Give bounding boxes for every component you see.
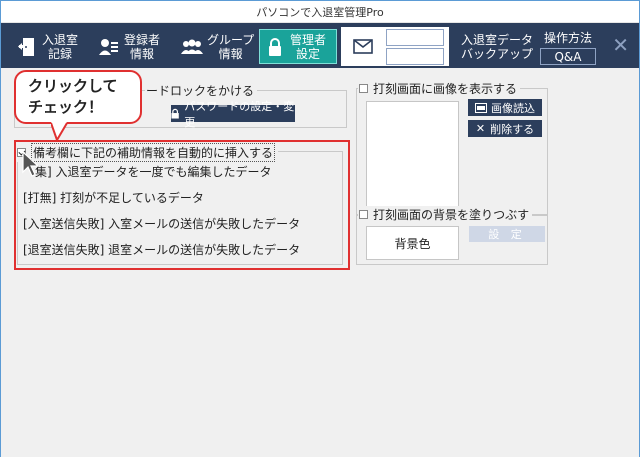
backup-label: 入退室データ バックアップ — [460, 32, 533, 61]
stamp-image-label: 打刻画面に画像を表示する — [373, 82, 518, 96]
image-preview — [366, 101, 459, 208]
close-icon[interactable]: ✕ — [612, 35, 629, 55]
admin-settings-label: 管理者 設定 — [290, 32, 327, 61]
load-image-label: 画像読込 — [491, 101, 535, 115]
group-info-label: グループ 情報 — [207, 32, 255, 61]
background-color-label: 背景色 — [394, 236, 431, 251]
password-lock-text: ードロックをかける — [146, 84, 255, 98]
mouse-pointer-icon — [22, 151, 40, 177]
registrant-info-button[interactable]: 登録者 情報 — [93, 29, 173, 64]
stamp-image-checkbox[interactable]: 打刻画面に画像を表示する — [358, 80, 521, 97]
manual-button[interactable]: 操作方法 — [540, 29, 596, 46]
stamp-background-label: 打刻画面の背景を塗りつぶす — [373, 208, 530, 222]
settings-panel: ードロックをかける パスワードの設定・変更 備考欄に下記の補助情報を自動的に挿入… — [1, 68, 639, 457]
group-icon — [181, 36, 203, 58]
delete-image-button[interactable]: ✕ 削除する — [468, 120, 542, 137]
send-content-label: 送信内容 — [390, 50, 439, 64]
qa-label: Q&A — [554, 49, 582, 64]
registrant-info-label: 登録者 情報 — [124, 32, 161, 61]
attendance-record-label: 入退室 記録 — [42, 32, 79, 61]
callout-tail — [51, 122, 68, 142]
stamp-background-group: 打刻画面の背景を塗りつぶす 背景色 設 定 — [356, 206, 548, 265]
lock-icon — [171, 108, 179, 119]
group-info-button[interactable]: グループ 情報 — [176, 29, 256, 64]
qa-button[interactable]: Q&A — [540, 48, 596, 65]
send-settings-label: 送信設定 — [390, 31, 439, 45]
manual-label: 操作方法 — [543, 31, 592, 45]
highlight-frame — [14, 140, 350, 270]
background-color-swatch[interactable]: 背景色 — [366, 226, 459, 260]
door-exit-icon — [16, 36, 38, 58]
checkbox-icon[interactable] — [359, 210, 368, 219]
envelope-icon — [352, 36, 374, 58]
stamp-image-group: 打刻画面に画像を表示する 画像読込 ✕ 削除する — [356, 80, 548, 216]
checkbox-icon[interactable] — [359, 84, 368, 93]
load-image-button[interactable]: 画像読込 — [468, 99, 542, 116]
image-icon — [475, 102, 487, 113]
delete-icon: ✕ — [475, 122, 486, 135]
lock-icon — [264, 36, 286, 58]
user-list-icon — [98, 36, 120, 58]
set-background-label: 設 定 — [488, 228, 526, 241]
admin-settings-button[interactable]: 管理者 設定 — [259, 29, 337, 64]
main-toolbar: 入退室 記録 登録者 情報 グループ 情報 管理者 設定 送信設定 送信内容 入… — [1, 23, 639, 68]
delete-image-label: 削除する — [490, 122, 535, 136]
send-content-button[interactable]: 送信内容 — [386, 48, 444, 65]
password-settings-button[interactable]: パスワードの設定・変更 — [171, 100, 295, 129]
callout-bubble: クリックして チェック！ — [14, 70, 142, 124]
backup-button[interactable]: 入退室データ バックアップ — [456, 29, 538, 64]
password-lock-label[interactable]: ードロックをかける — [145, 82, 258, 99]
stamp-background-checkbox[interactable]: 打刻画面の背景を塗りつぶす — [358, 206, 533, 223]
title-bar: パソコンで入退室管理Pro — [1, 1, 639, 23]
window-title: パソコンで入退室管理Pro — [256, 5, 384, 19]
send-settings-button[interactable]: 送信設定 — [386, 29, 444, 46]
set-background-button[interactable]: 設 定 — [469, 226, 545, 242]
attendance-record-button[interactable]: 入退室 記録 — [11, 29, 91, 64]
password-settings-label: パスワードの設定・変更 — [184, 99, 295, 129]
app-window: パソコンで入退室管理Pro 入退室 記録 登録者 情報 グループ 情報 管理者 … — [0, 0, 640, 457]
